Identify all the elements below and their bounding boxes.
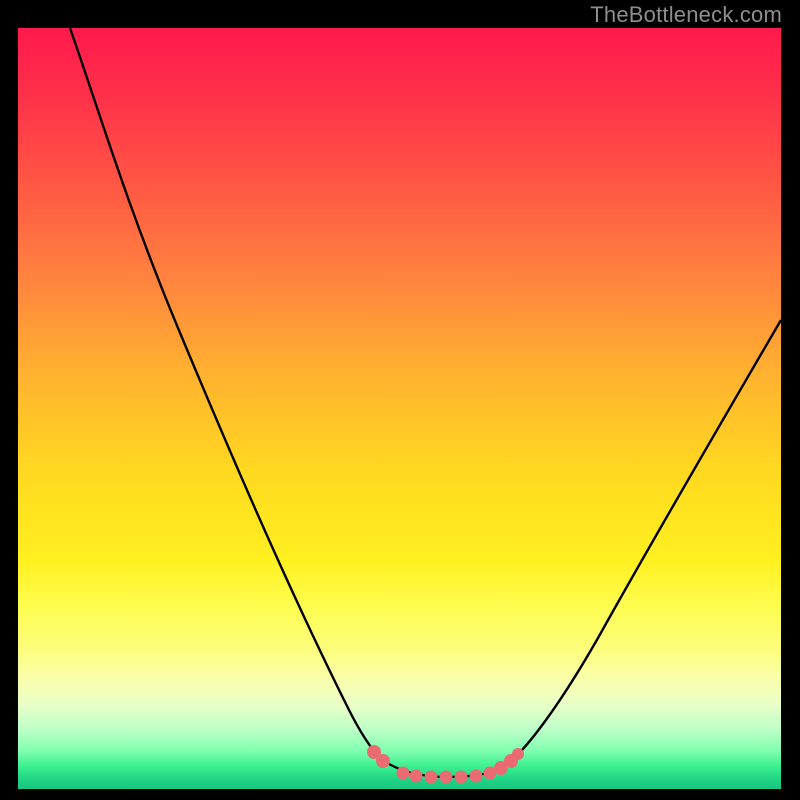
left-curve-line [70, 28, 381, 759]
chart-container: TheBottleneck.com [0, 0, 800, 800]
right-curve-line [511, 320, 781, 761]
plot-area [18, 28, 781, 789]
attribution-text: TheBottleneck.com [590, 2, 782, 28]
chart-svg [18, 28, 781, 789]
